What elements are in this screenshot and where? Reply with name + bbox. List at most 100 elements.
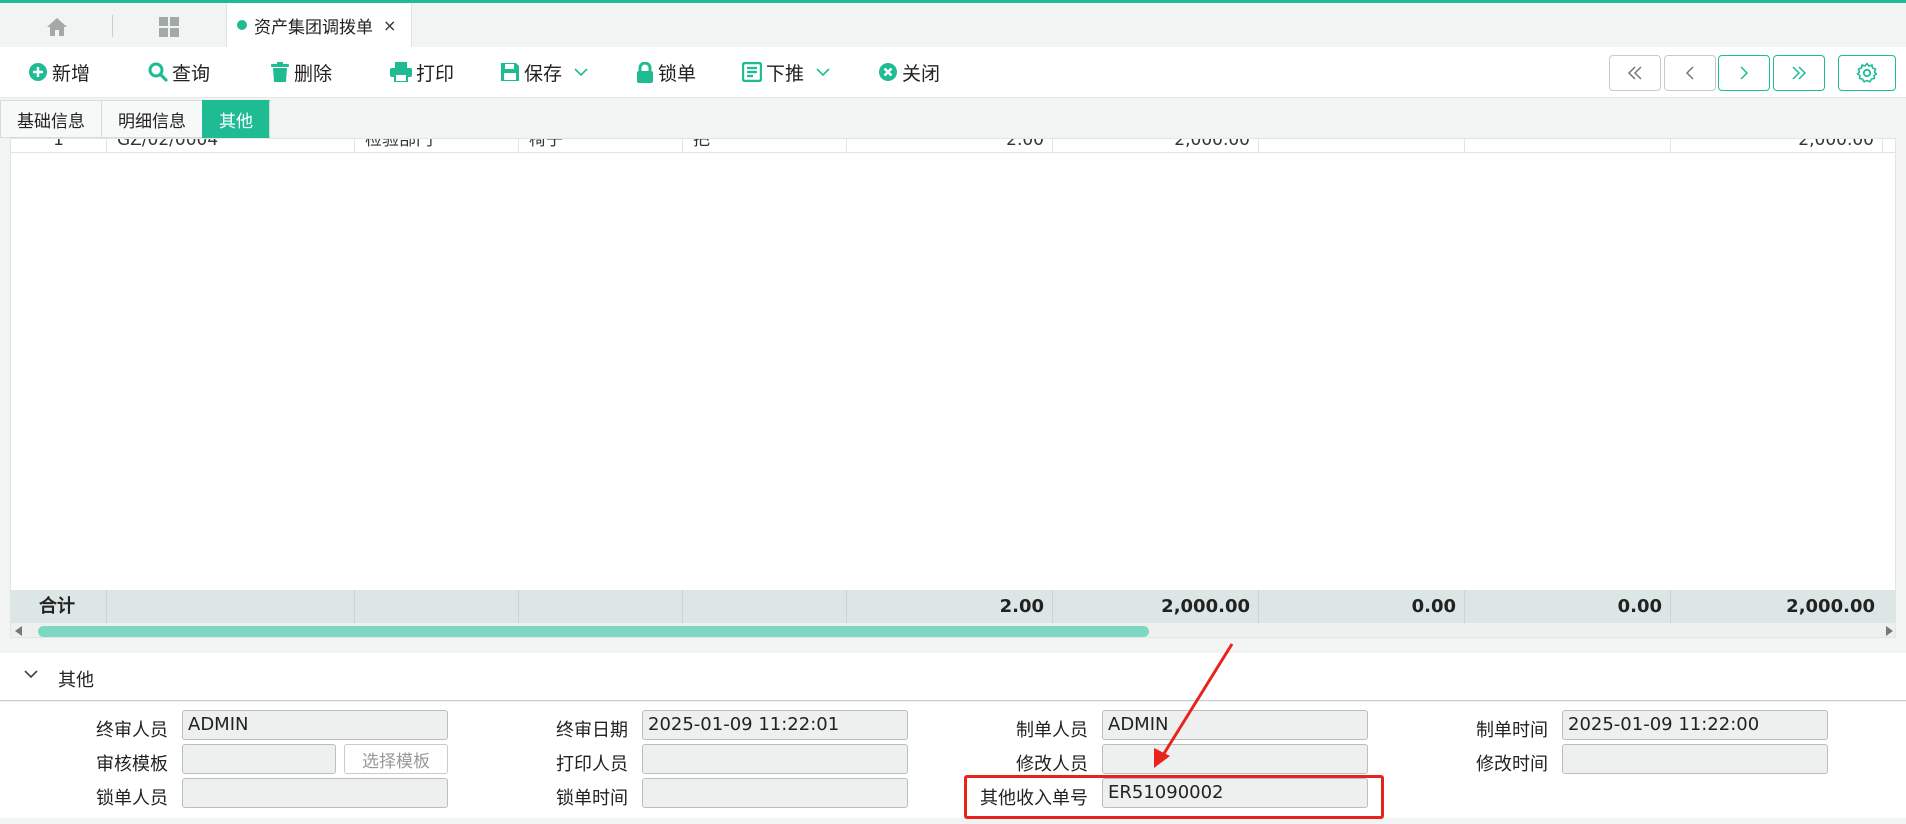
table-row[interactable]: 1 GZ/02/0004 检验部门 椅子 把 2.00 2,000.00 2,0… <box>11 139 1895 153</box>
chevron-down-icon[interactable] <box>574 68 588 76</box>
empty-cell <box>1259 139 1465 152</box>
toolbar: 新增 查询 删除 打印 保存 锁单 下推 关闭 <box>0 47 1906 98</box>
plus-circle-icon <box>29 63 47 81</box>
other-panel-header[interactable]: 其他 <box>0 653 1906 701</box>
prev-page-button[interactable] <box>1664 55 1716 91</box>
locker-field[interactable] <box>182 778 448 808</box>
print-button[interactable]: 打印 <box>390 57 454 87</box>
last-page-icon <box>1792 66 1807 80</box>
final-reviewer-field[interactable]: ADMIN <box>182 710 448 740</box>
creator-field[interactable]: ADMIN <box>1102 710 1368 740</box>
totals-empty <box>107 590 355 623</box>
empty-cell <box>1465 139 1671 152</box>
save-icon <box>501 63 519 81</box>
total-col-8: 0.00 <box>1259 590 1465 623</box>
push-down-icon <box>742 62 762 82</box>
next-page-icon <box>1740 66 1749 80</box>
scrollbar-thumb[interactable] <box>38 626 1149 637</box>
create-time-field[interactable]: 2025-01-09 11:22:00 <box>1562 710 1828 740</box>
total-net-amount: 2,000.00 <box>1786 596 1875 617</box>
add-button-label: 新增 <box>52 62 91 85</box>
print-button-label: 打印 <box>416 62 455 85</box>
close-button[interactable]: 关闭 <box>878 57 940 87</box>
row-index: 1 <box>11 139 107 152</box>
other-panel-body: 终审人员 ADMIN 终审日期 2025-01-09 11:22:01 制单人员… <box>0 702 1906 818</box>
tab-basic-info[interactable]: 基础信息 <box>0 100 101 138</box>
tab-asset-transfer[interactable]: 资产集团调拨单 × <box>226 3 412 47</box>
unit: 把 <box>683 139 847 152</box>
asset-name: 椅子 <box>519 139 683 152</box>
add-button[interactable]: 新增 <box>28 57 90 87</box>
total-quantity: 2.00 <box>847 590 1053 623</box>
locker-label: 锁单人员 <box>96 788 168 809</box>
apps-tab[interactable] <box>150 12 188 42</box>
tab-title: 资产集团调拨单 <box>254 17 373 38</box>
final-review-date-label: 终审日期 <box>556 720 628 741</box>
scroll-left-icon[interactable] <box>15 626 22 636</box>
chevron-down-icon[interactable] <box>24 670 38 679</box>
totals-empty <box>519 590 683 623</box>
modifier-field[interactable] <box>1102 744 1368 774</box>
final-reviewer-label: 终审人员 <box>96 720 168 741</box>
search-icon <box>148 62 168 82</box>
active-dot-icon <box>237 20 247 30</box>
tab-detail-info[interactable]: 明细信息 <box>101 100 202 138</box>
amount: 2,000.00 <box>1053 139 1259 152</box>
tab-bar: 资产集团调拨单 × <box>0 0 1906 47</box>
lock-button-label: 锁单 <box>658 62 697 85</box>
settings-button[interactable] <box>1838 55 1896 91</box>
total-amount: 2,000.00 <box>1053 590 1259 623</box>
review-template-label: 审核模板 <box>96 754 168 775</box>
horizontal-scrollbar[interactable] <box>11 623 1895 637</box>
scroll-right-icon[interactable] <box>1886 626 1893 636</box>
query-button-label: 查询 <box>172 62 211 85</box>
chevron-down-icon[interactable] <box>816 68 830 76</box>
tab-close-icon[interactable]: × <box>383 16 396 35</box>
push-down-button[interactable]: 下推 <box>742 57 830 87</box>
highlight-box <box>964 775 1384 819</box>
final-review-date-field[interactable]: 2025-01-09 11:22:01 <box>642 710 908 740</box>
next-page-button[interactable] <box>1718 55 1770 91</box>
totals-empty <box>355 590 519 623</box>
home-tab[interactable] <box>38 12 76 42</box>
push-down-button-label: 下推 <box>766 62 805 85</box>
lock-button[interactable]: 锁单 <box>636 57 696 87</box>
totals-empty <box>683 590 847 623</box>
modify-time-label: 修改时间 <box>1476 754 1548 775</box>
app-window: 资产集团调拨单 × 新增 查询 删除 打印 保存 锁单 下推 关闭 基础信息 明… <box>0 0 1906 824</box>
grid-icon <box>159 17 179 37</box>
modifier-label: 修改人员 <box>1016 754 1088 775</box>
tab-other[interactable]: 其他 <box>202 100 270 138</box>
last-page-button[interactable] <box>1773 55 1825 91</box>
review-template-field[interactable] <box>182 744 336 774</box>
printer-label: 打印人员 <box>556 754 628 775</box>
home-icon <box>47 18 67 36</box>
delete-button-label: 删除 <box>294 62 333 85</box>
query-button[interactable]: 查询 <box>148 57 210 87</box>
prev-page-icon <box>1685 66 1694 80</box>
department: 检验部门 <box>355 139 519 152</box>
save-button[interactable]: 保存 <box>500 57 588 87</box>
gear-icon <box>1856 62 1878 83</box>
totals-label: 合计 <box>11 590 107 623</box>
printer-field[interactable] <box>642 744 908 774</box>
first-page-icon <box>1627 66 1642 80</box>
create-time-label: 制单时间 <box>1476 720 1548 741</box>
modify-time-field[interactable] <box>1562 744 1828 774</box>
delete-button[interactable]: 删除 <box>270 57 332 87</box>
first-page-button[interactable] <box>1609 55 1661 91</box>
total-col-9: 0.00 <box>1465 590 1671 623</box>
quantity: 2.00 <box>847 139 1053 152</box>
select-template-button[interactable]: 选择模板 <box>344 744 448 774</box>
lock-time-label: 锁单时间 <box>556 788 628 809</box>
lock-time-field[interactable] <box>642 778 908 808</box>
tab-separator <box>112 15 113 37</box>
creator-label: 制单人员 <box>1016 720 1088 741</box>
close-circle-icon <box>879 63 897 81</box>
save-button-label: 保存 <box>524 62 563 85</box>
close-button-label: 关闭 <box>902 62 941 85</box>
panel-title: 其他 <box>58 670 94 691</box>
asset-code: GZ/02/0004 <box>107 139 355 152</box>
net-amount: 2,000.00 <box>1671 139 1883 152</box>
lock-icon <box>637 61 653 83</box>
